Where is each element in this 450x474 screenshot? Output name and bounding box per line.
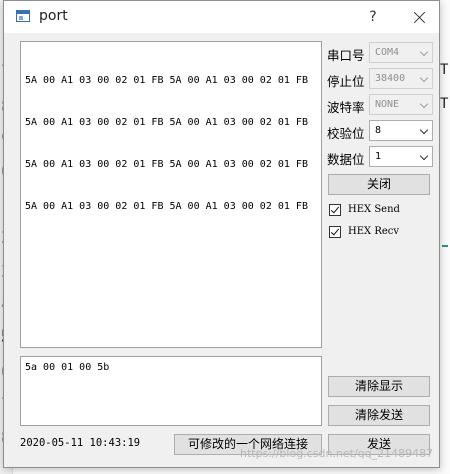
chevron-down-icon [419,151,429,161]
title-bar[interactable]: port ? [4,1,439,33]
stop-bits-value: 38400 [375,73,406,84]
clear-send-button[interactable]: 清除发送 [328,405,430,426]
receive-line: 5A 00 A1 03 00 02 01 FB 5A 00 A1 03 00 0… [25,117,308,128]
port-label: 串口号 [327,48,365,63]
editor-marker [442,245,448,247]
port-value: COM4 [375,47,400,58]
baud-rate-select[interactable]: NONE [369,94,433,115]
chevron-down-icon [419,99,429,109]
receive-line: 5A 00 A1 03 00 02 01 FB 5A 00 A1 03 00 0… [25,201,308,212]
data-bits-label: 数据位 [327,152,365,167]
window-title: port [39,8,68,24]
port-select[interactable]: COM4 [369,42,433,63]
hex-send-label: HEX Send [348,204,400,215]
watermark-text: https://blog.csdn.net/qq_21489487 [240,447,434,460]
hex-recv-label: HEX Recv [348,226,400,237]
data-bits-select[interactable]: 1 [369,146,433,167]
editor-glyph: T [440,96,449,112]
parity-label: 校验位 [327,126,365,141]
receive-display[interactable]: 5A 00 A1 03 00 02 01 FB 5A 00 A1 03 00 0… [20,41,322,348]
editor-glyph: T [440,62,449,78]
status-timestamp: 2020-05-11 10:43:19 [20,437,141,449]
close-icon[interactable] [402,3,436,31]
port-dialog: port ? 5A 00 A1 03 00 02 01 FB 5A 00 A1 … [3,0,440,468]
parity-select[interactable]: 8 [369,120,433,141]
stop-bits-label: 停止位 [327,74,365,89]
receive-line: 5A 00 A1 03 00 02 01 FB 5A 00 A1 03 00 0… [25,75,308,86]
hex-recv-checkbox[interactable] [329,226,341,238]
receive-line: 5A 00 A1 03 00 02 01 FB 5A 00 A1 03 00 0… [25,159,308,170]
send-input[interactable]: 5a 00 01 00 5b [20,356,322,426]
parity-value: 8 [375,125,382,136]
stop-bits-select[interactable]: 38400 [369,68,433,89]
editor-edge: T T [440,0,450,474]
clear-display-button[interactable]: 清除显示 [328,376,430,397]
hex-send-checkbox[interactable] [329,204,341,216]
data-bits-value: 1 [375,151,382,162]
window-app-icon [16,10,30,22]
close-port-button[interactable]: 关闭 [328,174,430,195]
chevron-down-icon [419,73,429,83]
baud-rate-label: 波特率 [327,100,365,115]
chevron-down-icon [419,47,429,57]
help-button[interactable]: ? [358,3,388,31]
baud-rate-value: NONE [375,99,400,110]
chevron-down-icon [419,125,429,135]
